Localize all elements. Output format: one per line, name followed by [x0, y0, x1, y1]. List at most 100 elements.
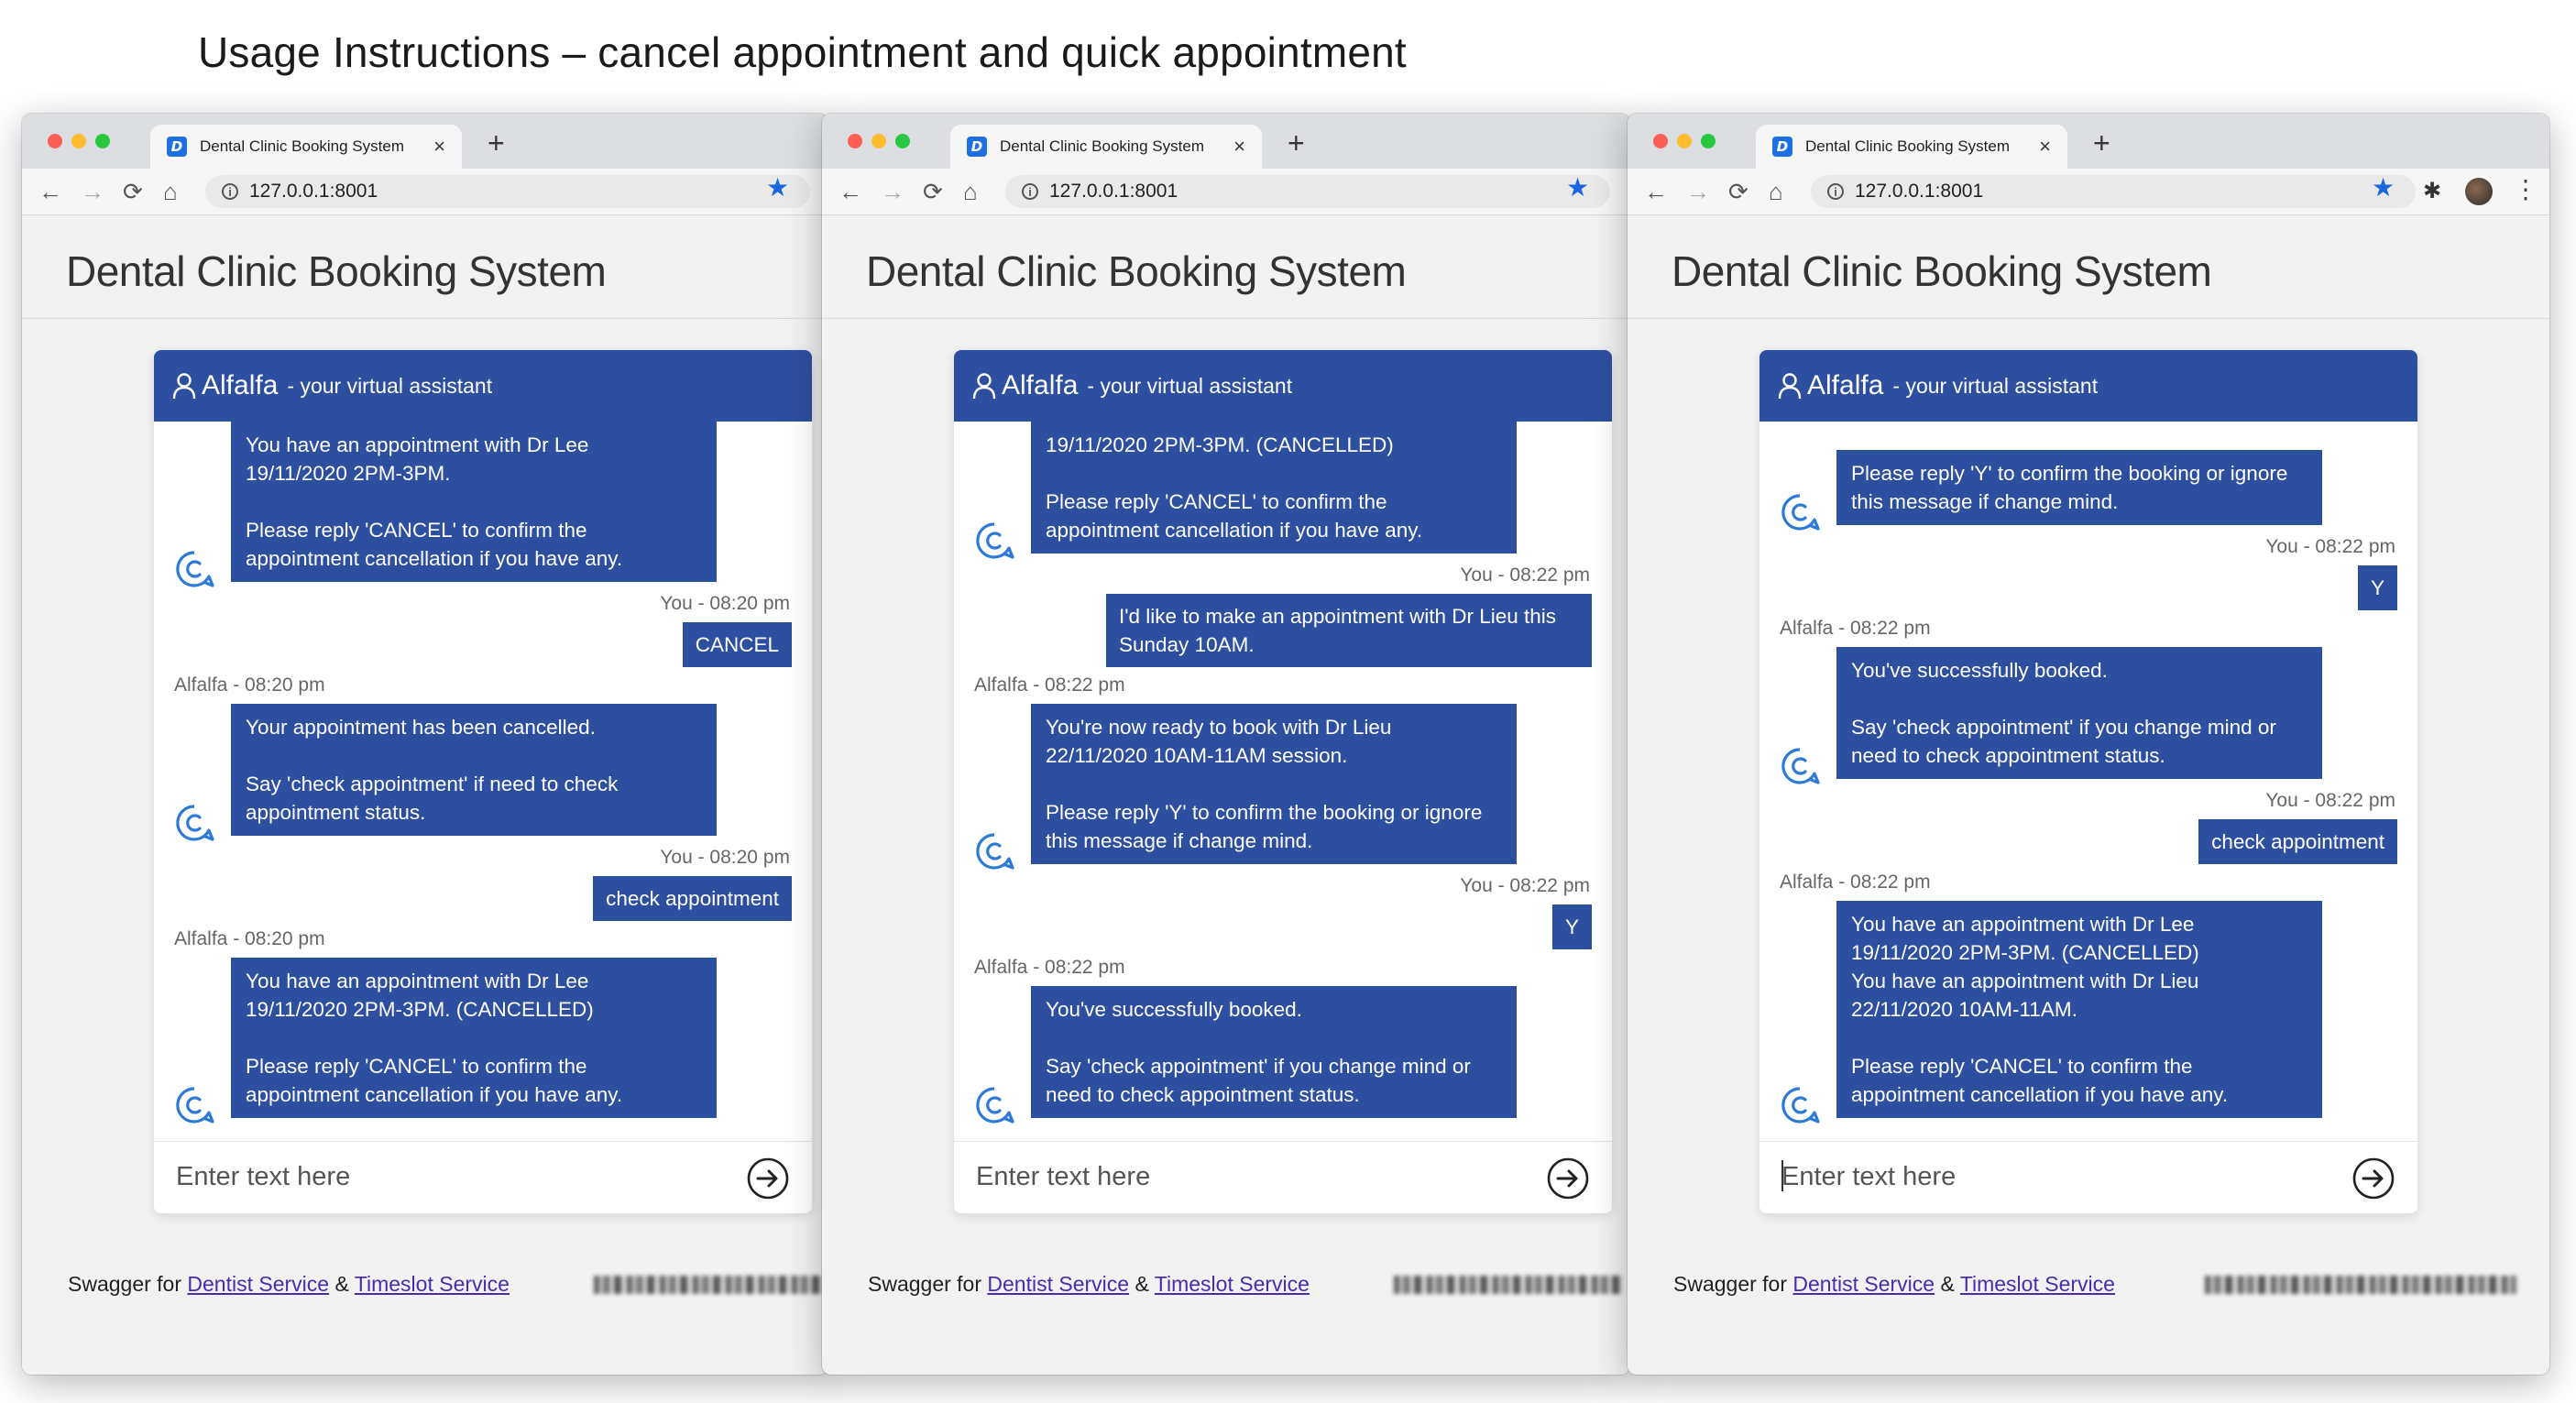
user-message: Y — [1759, 565, 2417, 610]
minimize-window-button[interactable] — [1677, 134, 1692, 148]
browser-tab[interactable]: D Dental Clinic Booking System × — [950, 125, 1262, 169]
chat-header: Alfalfa - your virtual assistant — [154, 350, 812, 422]
forward-icon[interactable]: → — [81, 178, 104, 206]
address-bar[interactable]: i 127.0.0.1:8001 — [1811, 175, 2416, 208]
footer-separator: & — [1935, 1272, 1960, 1296]
message-list[interactable]: Please reply 'Y' to confirm the booking … — [1759, 422, 2417, 1142]
message-line: Your appointment has been cancelled. — [246, 716, 596, 739]
message-input[interactable]: Enter text here — [176, 1162, 350, 1192]
message-line: Say 'check appointment' if you change mi… — [1851, 716, 2276, 739]
home-icon[interactable]: ⌂ — [163, 178, 178, 206]
redacted-text — [594, 1276, 823, 1294]
user-message-bubble: I'd like to make an appointment with Dr … — [1106, 594, 1592, 667]
message-timestamp: Alfalfa - 08:20 pm — [174, 928, 325, 949]
close-window-button[interactable] — [48, 134, 62, 148]
close-window-button[interactable] — [1653, 134, 1668, 148]
back-icon[interactable]: ← — [1644, 178, 1668, 206]
bookmark-star-icon[interactable]: ★ — [1566, 172, 1589, 203]
tab-title: Dental Clinic Booking System — [1000, 137, 1204, 155]
browser-tab[interactable]: D Dental Clinic Booking System × — [150, 125, 462, 169]
maximize-window-button[interactable] — [1701, 134, 1716, 148]
page-title: Dental Clinic Booking System — [66, 247, 607, 295]
bot-message: You're now ready to book with Dr Lieu 22/… — [954, 704, 1612, 870]
message-line — [1046, 1024, 1502, 1052]
timeslot-service-link[interactable]: Timeslot Service — [355, 1272, 510, 1296]
menu-icon[interactable]: ⋮ — [2513, 174, 2538, 204]
minimize-window-button[interactable] — [871, 134, 886, 148]
minimize-window-button[interactable] — [71, 134, 86, 148]
bot-message-bubble: 19/11/2020 2PM-3PM. (CANCELLED) Please re… — [1031, 422, 1517, 554]
bookmark-star-icon[interactable]: ★ — [2372, 172, 2395, 203]
message-line: appointment cancellation if you have any… — [1046, 519, 1423, 542]
bot-message-bubble: You're now ready to book with Dr Lieu 22/… — [1031, 704, 1517, 864]
message-line: Please reply 'Y' to confirm the booking … — [1851, 462, 2288, 485]
profile-avatar-icon[interactable] — [2465, 178, 2493, 205]
timeslot-service-link[interactable]: Timeslot Service — [1960, 1272, 2115, 1296]
footer-separator: & — [1129, 1272, 1155, 1296]
message-line: Say 'check appointment' if you change mi… — [1046, 1055, 1471, 1078]
send-icon[interactable] — [2351, 1156, 2395, 1200]
dentist-service-link[interactable]: Dentist Service — [987, 1272, 1129, 1296]
dentist-service-link[interactable]: Dentist Service — [187, 1272, 329, 1296]
footer-text: Swagger for Dentist Service & Timeslot S… — [868, 1272, 1310, 1297]
dentist-service-link[interactable]: Dentist Service — [1792, 1272, 1935, 1296]
message-line: need to check appointment status. — [1851, 744, 2165, 767]
message-input-area: Enter text here — [154, 1141, 812, 1213]
user-icon — [972, 373, 996, 400]
url-text: 127.0.0.1:8001 — [249, 181, 378, 202]
message-line: Please reply 'CANCEL' to confirm the — [246, 519, 587, 542]
message-timestamp: You - 08:22 pm — [1460, 875, 1590, 896]
home-icon[interactable]: ⌂ — [963, 178, 978, 206]
message-line: You're now ready to book with Dr Lieu — [1046, 716, 1392, 739]
maximize-window-button[interactable] — [95, 134, 110, 148]
bot-message-bubble: You've successfully booked. Say 'check ap… — [1031, 986, 1517, 1118]
site-info-icon[interactable]: i — [1022, 183, 1038, 200]
reload-icon[interactable]: ⟳ — [1728, 178, 1748, 206]
site-info-icon[interactable]: i — [222, 183, 238, 200]
reload-icon[interactable]: ⟳ — [123, 178, 143, 206]
page-header: Dental Clinic Booking System — [1628, 215, 2549, 319]
tab-close-icon[interactable]: × — [2039, 135, 2051, 159]
close-window-button[interactable] — [848, 134, 862, 148]
home-icon[interactable]: ⌂ — [1769, 178, 1783, 206]
browser-tab[interactable]: D Dental Clinic Booking System × — [1756, 125, 2067, 169]
address-bar[interactable]: i 127.0.0.1:8001 — [1005, 175, 1610, 208]
message-list[interactable]: 19/11/2020 2PM-3PM. (CANCELLED) Please re… — [954, 422, 1612, 1142]
new-tab-button[interactable]: + — [2093, 126, 2110, 160]
tab-close-icon[interactable]: × — [433, 135, 445, 159]
bot-message-bubble: Please reply 'Y' to confirm the booking … — [1836, 450, 2322, 525]
new-tab-button[interactable]: + — [488, 126, 505, 160]
url-text: 127.0.0.1:8001 — [1855, 181, 1984, 202]
bot-message: You have an appointment with Dr Lee 19/11… — [154, 958, 812, 1123]
message-input[interactable]: Enter text here — [1781, 1162, 1956, 1192]
bot-name: Alfalfa — [202, 370, 279, 400]
forward-icon[interactable]: → — [881, 178, 904, 206]
back-icon[interactable]: ← — [38, 178, 62, 206]
send-icon[interactable] — [1546, 1156, 1590, 1200]
message-line: need to check appointment status. — [1046, 1083, 1360, 1106]
address-bar[interactable]: i 127.0.0.1:8001 — [205, 175, 810, 208]
footer-prefix: Swagger for — [1673, 1272, 1793, 1296]
timeslot-service-link[interactable]: Timeslot Service — [1155, 1272, 1310, 1296]
extensions-icon[interactable]: ✱ — [2423, 178, 2441, 204]
new-tab-button[interactable]: + — [1288, 126, 1305, 160]
message-line: You have an appointment with Dr Lee — [246, 970, 589, 992]
message-line: 19/11/2020 2PM-3PM. (CANCELLED) — [1046, 433, 1394, 456]
site-info-icon[interactable]: i — [1827, 183, 1844, 200]
message-list[interactable]: You have an appointment with Dr Lee 19/11… — [154, 422, 812, 1142]
message-input[interactable]: Enter text here — [976, 1162, 1150, 1192]
send-icon[interactable] — [746, 1156, 790, 1200]
window-controls — [848, 134, 910, 148]
user-message-bubble: check appointment — [593, 876, 792, 921]
maximize-window-button[interactable] — [895, 134, 910, 148]
tab-bar: D Dental Clinic Booking System × + — [822, 114, 1630, 169]
tab-close-icon[interactable]: × — [1233, 135, 1245, 159]
message-line: Please reply 'CANCEL' to confirm the — [246, 1055, 587, 1078]
back-icon[interactable]: ← — [839, 178, 862, 206]
user-icon — [172, 373, 196, 400]
bookmark-star-icon[interactable]: ★ — [766, 172, 789, 203]
message-line: this message if change mind. — [1046, 829, 1313, 852]
reload-icon[interactable]: ⟳ — [923, 178, 943, 206]
forward-icon[interactable]: → — [1686, 178, 1710, 206]
redacted-text — [2205, 1276, 2516, 1294]
